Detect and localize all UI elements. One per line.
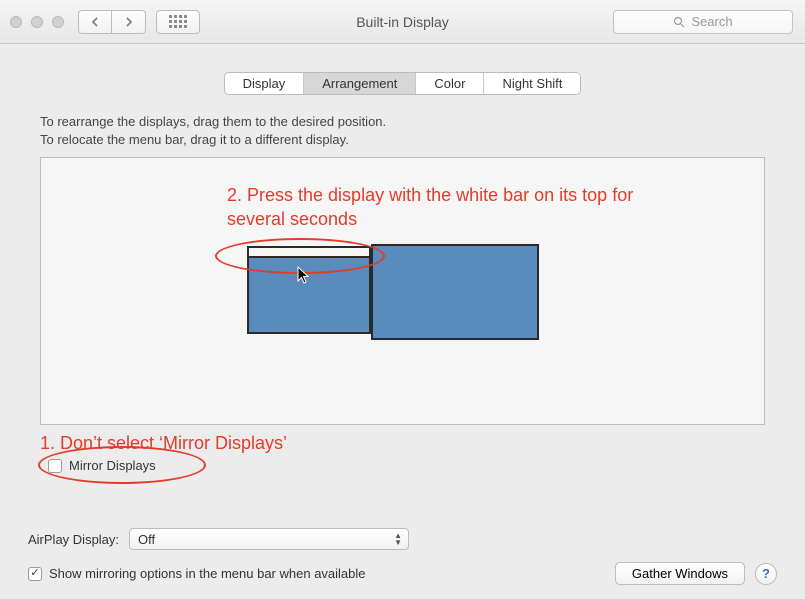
help-button[interactable]: ? <box>755 563 777 585</box>
updown-icon: ▲▼ <box>394 532 402 546</box>
annotation-2: 2. Press the display with the white bar … <box>227 184 687 231</box>
tab-display[interactable]: Display <box>225 73 305 94</box>
titlebar: Built-in Display Search <box>0 0 805 44</box>
cursor-icon <box>297 266 311 287</box>
tab-set: Display Arrangement Color Night Shift <box>224 72 582 95</box>
airplay-select[interactable]: Off ▲▼ <box>129 528 409 550</box>
annotation-1: 1. Don’t select ‘Mirror Displays’ <box>40 433 765 454</box>
window-controls <box>10 16 64 28</box>
minimize-icon[interactable] <box>31 16 43 28</box>
tab-row: Display Arrangement Color Night Shift <box>0 72 805 95</box>
chevron-right-icon <box>125 17 133 27</box>
show-mirroring-checkbox[interactable] <box>28 567 42 581</box>
search-input[interactable]: Search <box>613 10 793 34</box>
airplay-row: AirPlay Display: Off ▲▼ <box>28 528 777 550</box>
chevron-left-icon <box>91 17 99 27</box>
mirror-displays-label: Mirror Displays <box>69 458 156 473</box>
gather-windows-button[interactable]: Gather Windows <box>615 562 745 585</box>
search-placeholder: Search <box>691 14 732 29</box>
last-row: Show mirroring options in the menu bar w… <box>28 562 777 585</box>
zoom-icon[interactable] <box>52 16 64 28</box>
tab-arrangement[interactable]: Arrangement <box>304 73 416 94</box>
bottom-panel: AirPlay Display: Off ▲▼ Show mirroring o… <box>0 528 805 585</box>
show-all-button[interactable] <box>156 10 200 34</box>
forward-button[interactable] <box>112 10 146 34</box>
show-mirroring-label: Show mirroring options in the menu bar w… <box>49 566 366 581</box>
search-icon <box>673 16 685 28</box>
instruction-line-2: To relocate the menu bar, drag it to a d… <box>40 131 765 149</box>
instruction-line-1: To rearrange the displays, drag them to … <box>40 113 765 131</box>
mirror-displays-row: Mirror Displays <box>48 458 765 473</box>
help-icon: ? <box>762 566 770 581</box>
external-display[interactable] <box>371 244 539 340</box>
tab-color[interactable]: Color <box>416 73 484 94</box>
mirror-displays-checkbox[interactable] <box>48 459 62 473</box>
grid-icon <box>169 15 187 28</box>
instructions: To rearrange the displays, drag them to … <box>40 113 765 149</box>
content-area: To rearrange the displays, drag them to … <box>0 95 805 483</box>
arrangement-canvas[interactable]: 2. Press the display with the white bar … <box>40 157 765 425</box>
nav-buttons <box>78 10 146 34</box>
airplay-label: AirPlay Display: <box>28 532 119 547</box>
airplay-value: Off <box>138 532 155 547</box>
back-button[interactable] <box>78 10 112 34</box>
close-icon[interactable] <box>10 16 22 28</box>
tab-night-shift[interactable]: Night Shift <box>484 73 580 94</box>
